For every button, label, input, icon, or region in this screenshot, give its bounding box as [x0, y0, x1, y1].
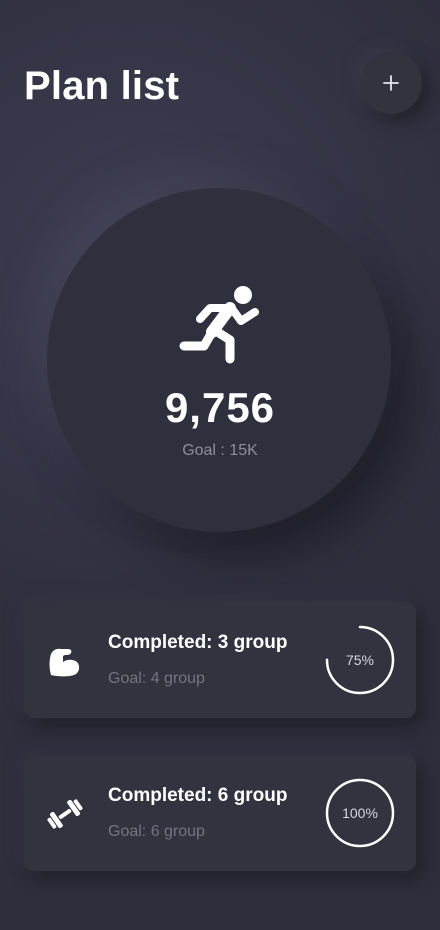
plan-card[interactable]: Completed: 3 group Goal: 4 group 75%: [24, 602, 416, 718]
add-plan-button[interactable]: [360, 52, 422, 114]
plan-card[interactable]: Completed: 6 group Goal: 6 group 100%: [24, 755, 416, 871]
steps-goal: Goal : 15K: [182, 442, 258, 459]
running-person-icon: [179, 286, 259, 364]
plan-title: Completed: 3 group: [108, 632, 288, 653]
plan-title: Completed: 6 group: [108, 785, 288, 806]
plan-list-screen: Plan list 9,756 Goal : 15K Completed: 3 …: [0, 0, 440, 930]
plan-goal: Goal: 6 group: [108, 823, 205, 840]
plan-goal: Goal: 4 group: [108, 670, 205, 687]
progress-label: 75%: [345, 652, 375, 668]
flexed-arm-icon: [49, 648, 80, 677]
dumbbell-icon: [47, 799, 83, 829]
progress-label: 100%: [342, 805, 378, 821]
steps-count: 9,756: [164, 384, 276, 431]
plus-icon: [383, 75, 399, 91]
page-title: Plan list: [24, 64, 180, 108]
